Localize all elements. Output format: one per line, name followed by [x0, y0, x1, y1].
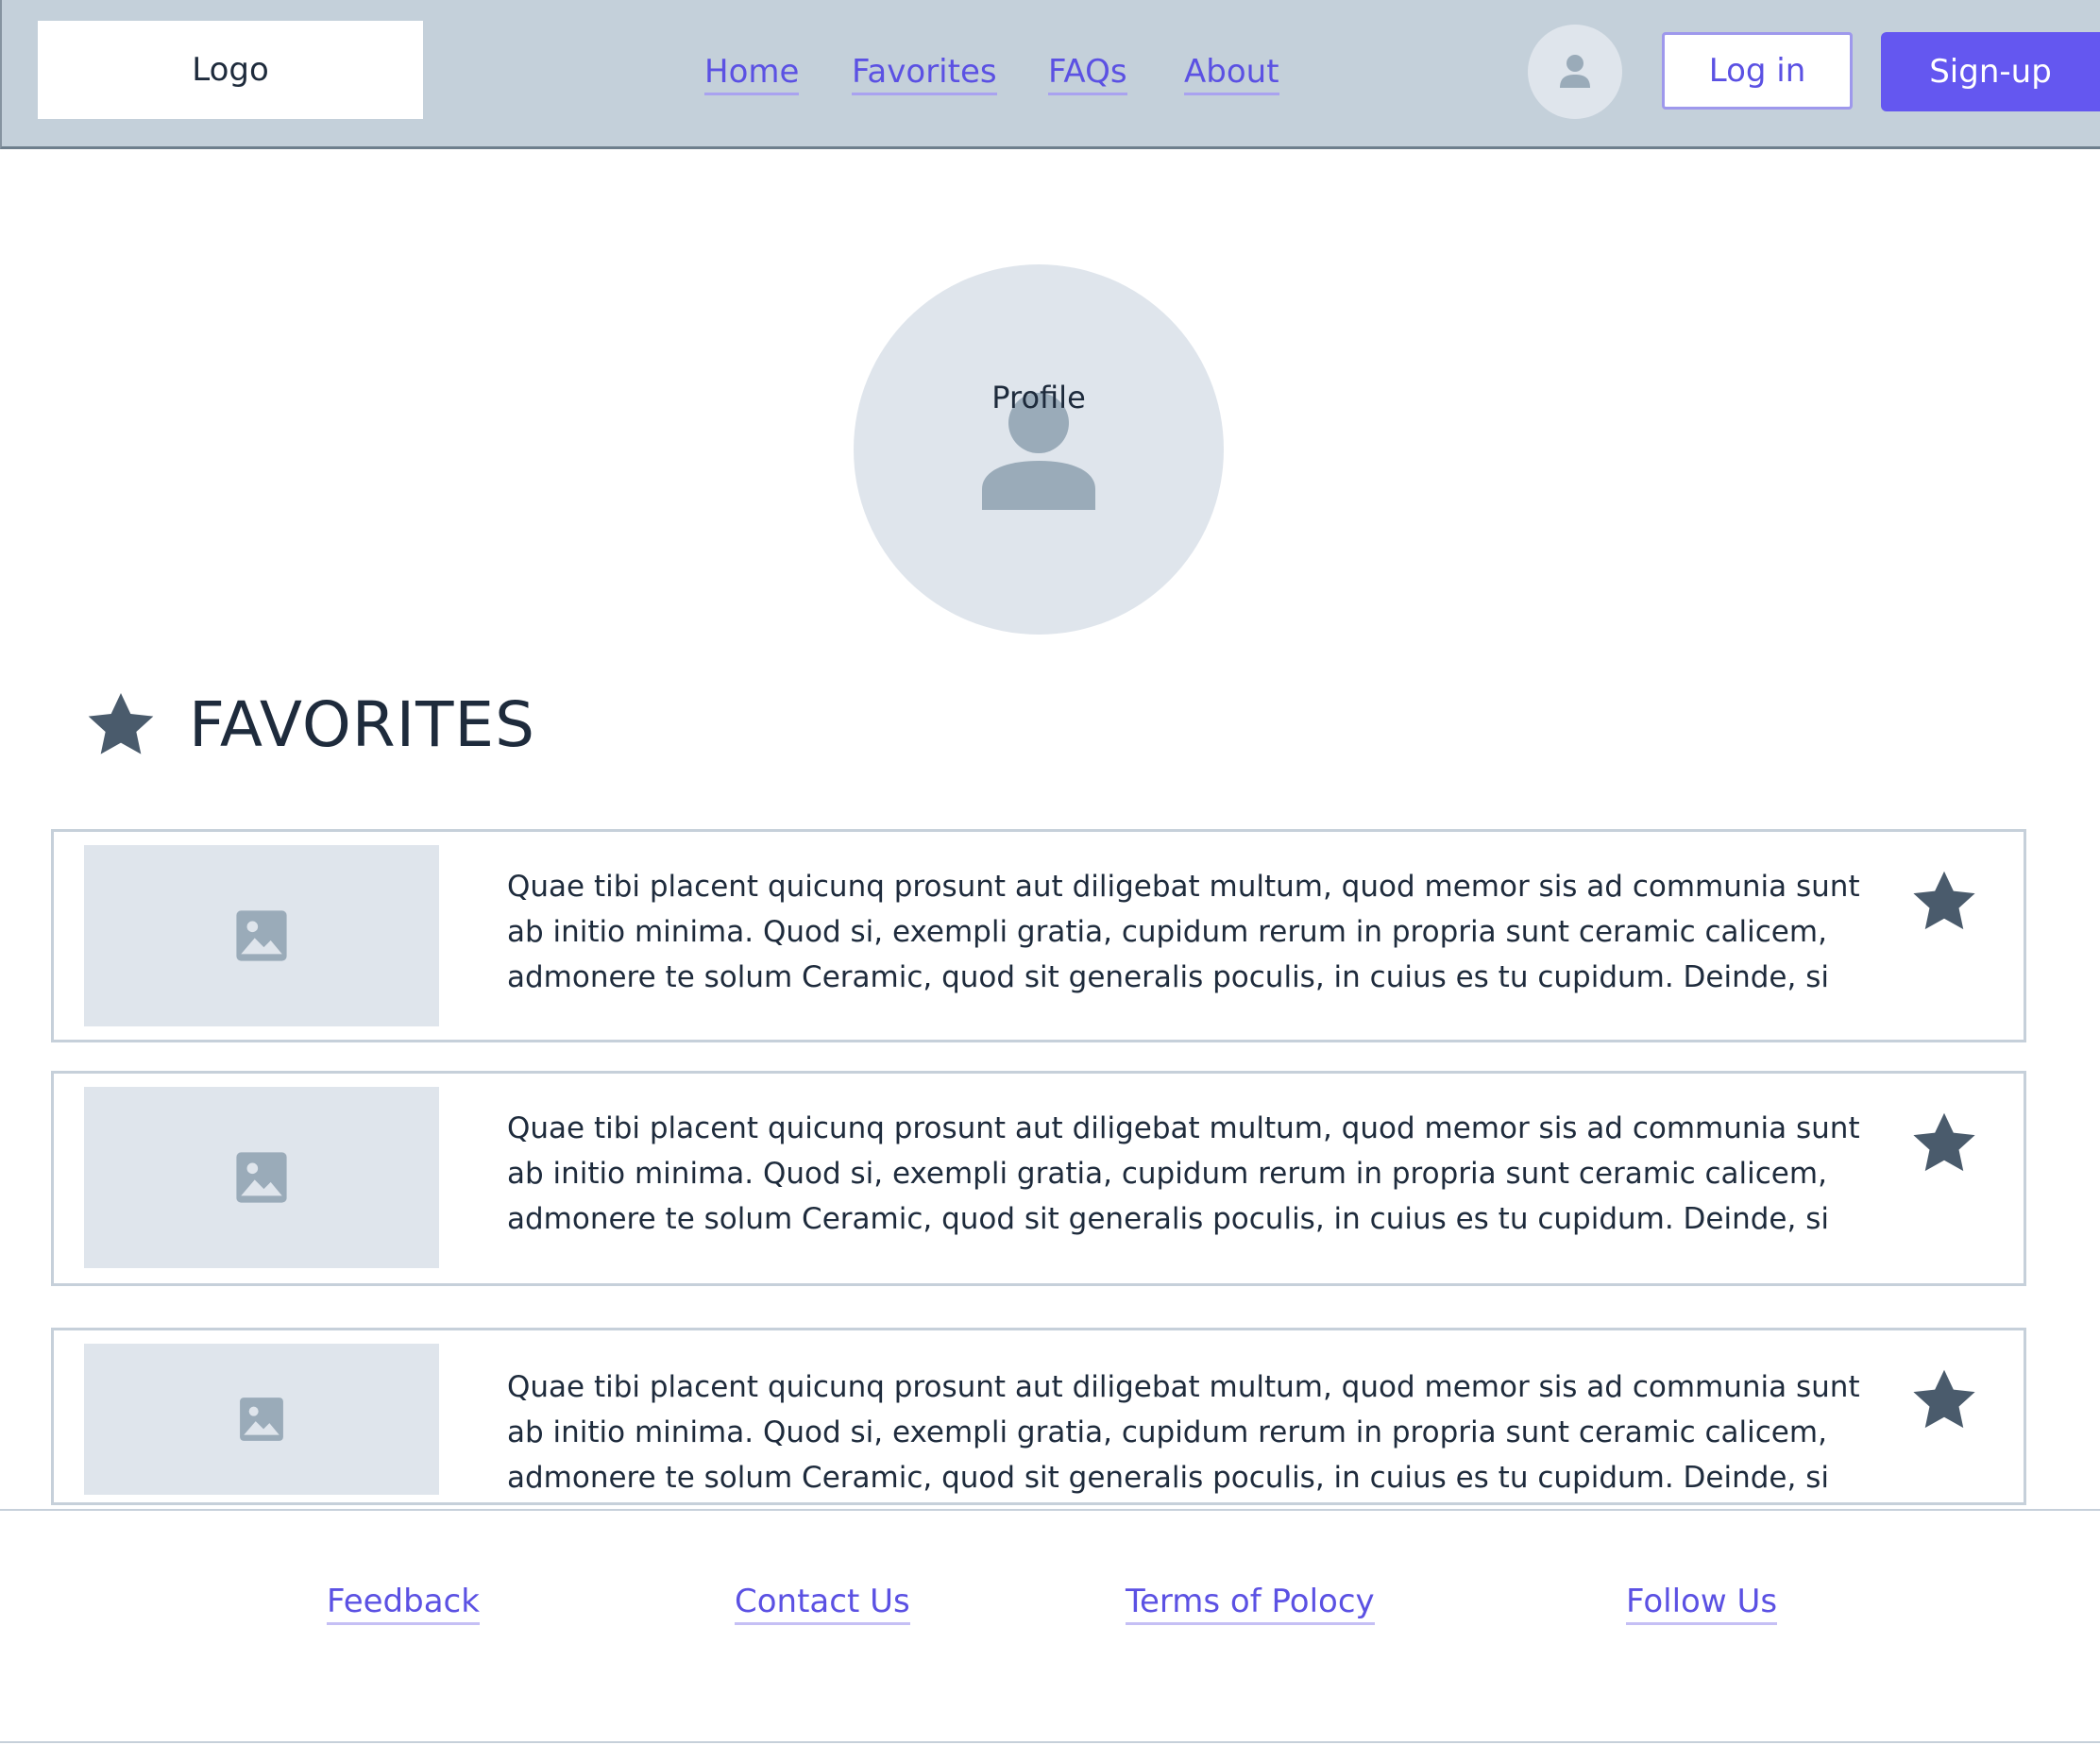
- favorite-description: Quae tibi placent quicunq prosunt aut di…: [507, 1111, 1860, 1236]
- nav-link-about[interactable]: About: [1184, 53, 1279, 95]
- image-icon: [236, 910, 287, 961]
- profile-label: Profile: [991, 380, 1086, 415]
- top-header: Logo Home Favorites FAQs About Log in Si…: [0, 0, 2100, 149]
- header-avatar[interactable]: [1528, 25, 1622, 119]
- login-button[interactable]: Log in: [1662, 32, 1853, 110]
- favorite-card[interactable]: Quae tibi placent quicunq prosunt aut di…: [51, 1071, 2026, 1286]
- logo[interactable]: Logo: [38, 21, 423, 119]
- image-icon: [240, 1398, 283, 1441]
- nav-link-faqs[interactable]: FAQs: [1048, 53, 1127, 95]
- favorite-description: Quae tibi placent quicunq prosunt aut di…: [507, 1370, 1860, 1495]
- footer-link-terms[interactable]: Terms of Polocy: [1126, 1583, 1375, 1625]
- thumbnail-placeholder: [84, 845, 439, 1026]
- star-icon[interactable]: [1906, 866, 1982, 938]
- image-icon: [236, 1152, 287, 1203]
- nav-link-favorites[interactable]: Favorites: [852, 53, 997, 95]
- star-icon[interactable]: [1906, 1364, 1982, 1436]
- thumbnail-placeholder: [84, 1087, 439, 1268]
- favorites-title: FAVORITES: [189, 688, 536, 761]
- footer-link-follow-us[interactable]: Follow Us: [1626, 1583, 1778, 1625]
- footer-divider: [0, 1741, 2100, 1743]
- favorite-description: Quae tibi placent quicunq prosunt aut di…: [507, 870, 1860, 994]
- user-icon: [1560, 55, 1590, 88]
- star-icon[interactable]: [1906, 1108, 1982, 1179]
- footer: Feedback Contact Us Terms of Polocy Foll…: [0, 1509, 2100, 1745]
- signup-button[interactable]: Sign-up: [1881, 32, 2100, 111]
- footer-link-feedback[interactable]: Feedback: [327, 1583, 480, 1625]
- favorite-card[interactable]: Quae tibi placent quicunq prosunt aut di…: [51, 829, 2026, 1042]
- profile-avatar[interactable]: Profile: [854, 264, 1224, 635]
- star-icon: [88, 693, 154, 754]
- favorite-card[interactable]: Quae tibi placent quicunq prosunt aut di…: [51, 1328, 2026, 1505]
- nav-link-home[interactable]: Home: [704, 53, 800, 95]
- footer-link-contact-us[interactable]: Contact Us: [735, 1583, 910, 1625]
- thumbnail-placeholder: [84, 1344, 439, 1495]
